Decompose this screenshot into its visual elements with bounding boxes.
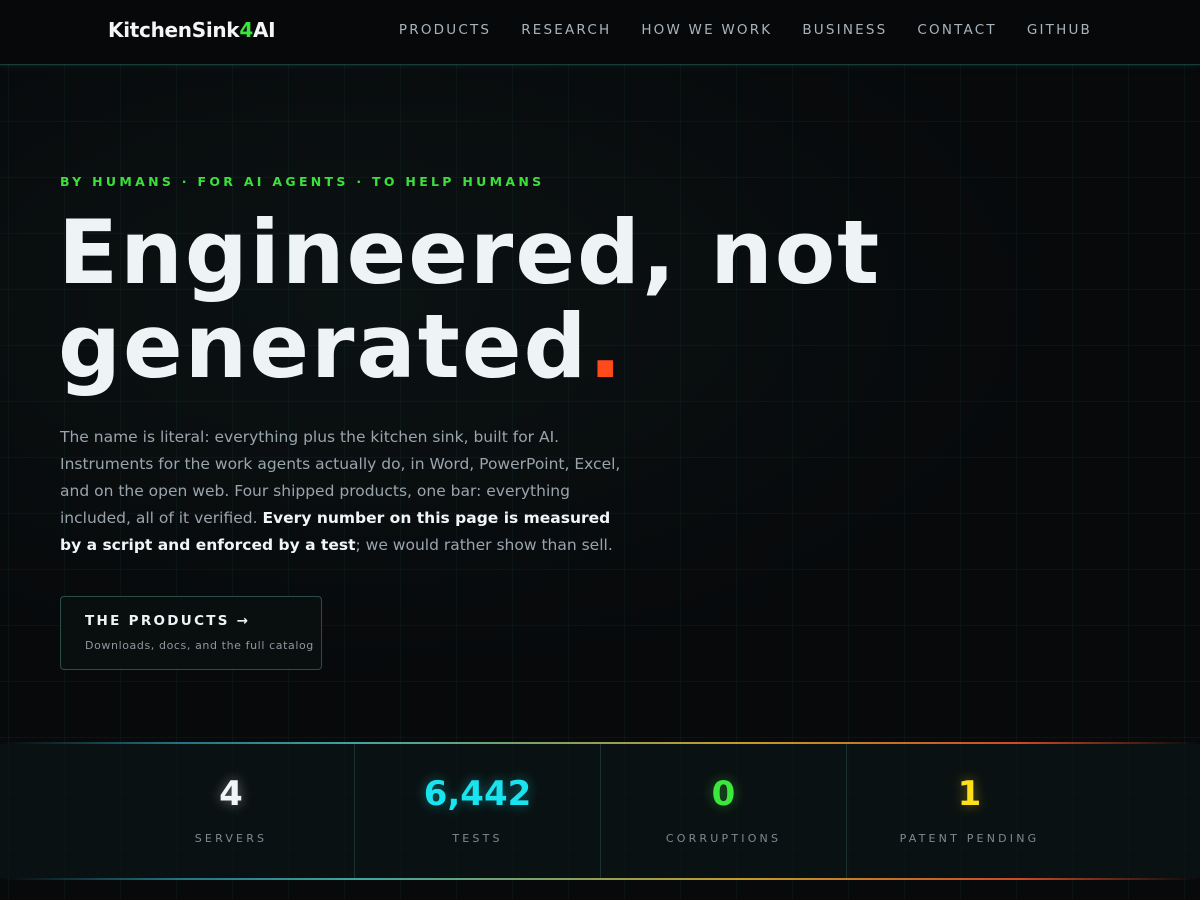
stat-label: SERVERS [194, 832, 268, 845]
nav-research[interactable]: RESEARCH [521, 22, 611, 38]
hero-eyebrow: BY HUMANS · FOR AI AGENTS · TO HELP HUMA… [60, 174, 545, 189]
hero-title: Engineered, not generated. [58, 206, 881, 394]
nav-contact[interactable]: CONTACT [917, 22, 996, 38]
stat-label: CORRUPTIONS [665, 832, 782, 845]
products-button[interactable]: THE PRODUCTS → Downloads, docs, and the … [60, 596, 322, 670]
site-header: KitchenSink4AI PRODUCTS RESEARCH HOW WE … [0, 0, 1200, 65]
nav-github[interactable]: GITHUB [1027, 22, 1092, 38]
logo-four: 4 [239, 18, 253, 42]
stats-bar: 4 SERVERS 6,442 TESTS 0 CORRUPTIONS 1 PA… [0, 742, 1200, 880]
lede-tail: ; we would rather show than sell. [355, 536, 613, 554]
nav-business[interactable]: BUSINESS [802, 22, 887, 38]
stat-value: 6,442 [423, 774, 532, 814]
products-button-label: THE PRODUCTS → [85, 613, 251, 629]
stat-value: 0 [711, 774, 736, 814]
stat-servers: 4 SERVERS [108, 744, 354, 878]
nav-products[interactable]: PRODUCTS [399, 22, 491, 38]
hero-title-dot: . [588, 295, 624, 398]
stat-corruptions: 0 CORRUPTIONS [600, 744, 846, 878]
logo-prefix: KitchenSink [108, 18, 240, 42]
stat-label: TESTS [452, 832, 503, 845]
stat-label: PATENT PENDING [899, 832, 1040, 845]
stat-patent-pending: 1 PATENT PENDING [846, 744, 1092, 878]
hero-description: The name is literal: everything plus the… [60, 424, 630, 559]
site-logo[interactable]: KitchenSink4AI [108, 18, 276, 42]
stat-value: 4 [219, 774, 243, 814]
products-button-subtitle: Downloads, docs, and the full catalog [85, 639, 314, 652]
nav-how-we-work[interactable]: HOW WE WORK [641, 22, 772, 38]
hero-title-line2: generated [58, 295, 589, 398]
logo-suffix: AI [252, 18, 276, 42]
main-nav: PRODUCTS RESEARCH HOW WE WORK BUSINESS C… [399, 22, 1092, 38]
stat-value: 1 [957, 774, 982, 814]
stat-tests: 6,442 TESTS [354, 744, 600, 878]
stats-bottom-gradient-line [0, 878, 1200, 880]
hero-title-line1: Engineered, not [58, 201, 882, 304]
